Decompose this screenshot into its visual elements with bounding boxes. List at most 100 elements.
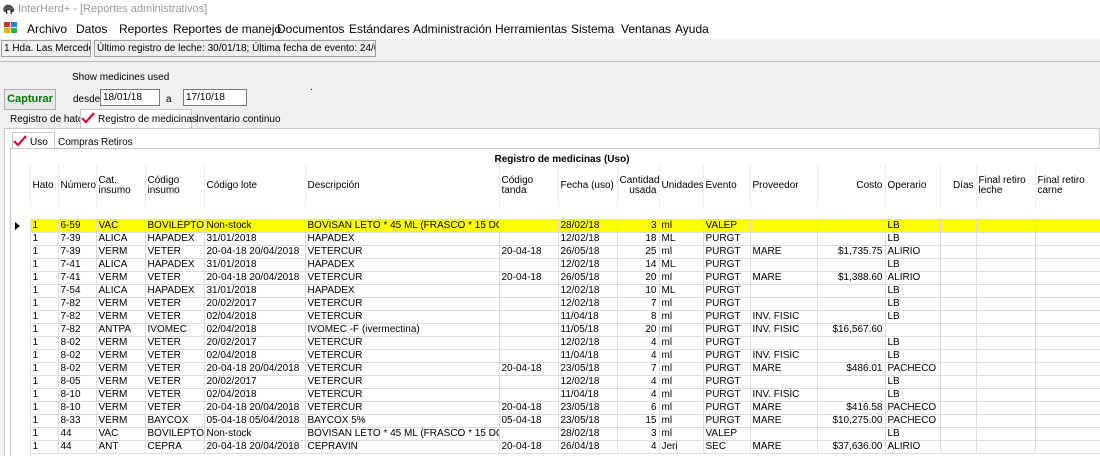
table-cell[interactable] bbox=[749, 218, 818, 233]
col-numero[interactable]: Número bbox=[58, 164, 97, 207]
table-cell[interactable]: VETER bbox=[144, 309, 205, 324]
table-cell[interactable]: 11/05/18 bbox=[557, 322, 618, 337]
table-cell[interactable]: 20/02/2017 bbox=[203, 374, 306, 389]
table-cell[interactable]: VERM bbox=[95, 348, 146, 363]
table-cell[interactable]: 1 bbox=[29, 244, 59, 259]
table-row[interactable]: 1 7-39 VERM VETER 20-04-18 20/04/2018 VETERCU… bbox=[12, 244, 1100, 259]
table-cell[interactable] bbox=[749, 283, 818, 298]
table-cell[interactable] bbox=[975, 231, 1036, 246]
table-cell[interactable] bbox=[939, 231, 977, 246]
capture-button[interactable]: Capturar bbox=[4, 89, 56, 110]
table-cell[interactable] bbox=[939, 439, 977, 454]
table-cell[interactable] bbox=[939, 374, 977, 389]
table-cell[interactable]: VETERCUR bbox=[304, 270, 500, 285]
table-row[interactable]: 1 8-10 VERM VETER 02/04/2018 VETERCUR 11/04/18… bbox=[12, 387, 1100, 402]
table-cell[interactable]: 20-04-18 20/04/2018 bbox=[203, 400, 306, 415]
table-cell[interactable] bbox=[816, 335, 886, 350]
row-selector[interactable] bbox=[12, 427, 31, 440]
row-selector[interactable] bbox=[12, 414, 31, 427]
table-cell[interactable] bbox=[939, 296, 977, 311]
table-cell[interactable]: $37,636.00 bbox=[816, 439, 886, 454]
table-cell[interactable]: BOVILEPTO bbox=[144, 218, 205, 233]
table-cell[interactable]: 31/01/2018 bbox=[203, 231, 306, 246]
col-fecha-uso[interactable]: Fecha (uso) bbox=[558, 164, 618, 207]
table-cell[interactable] bbox=[1034, 335, 1100, 350]
table-cell[interactable]: 05-04-18 bbox=[498, 413, 559, 428]
table-cell[interactable] bbox=[749, 426, 818, 441]
table-cell[interactable] bbox=[749, 231, 818, 246]
table-cell[interactable] bbox=[975, 283, 1036, 298]
table-cell[interactable]: 18 bbox=[616, 231, 660, 246]
table-cell[interactable] bbox=[975, 257, 1036, 272]
table-cell[interactable]: ml bbox=[658, 413, 704, 428]
table-row[interactable]: 1 7-41 ALICA HAPADEX 31/01/2018 HAPADEX 12/02/… bbox=[12, 257, 1100, 272]
table-cell[interactable]: 11/04/18 bbox=[557, 309, 618, 324]
table-cell[interactable]: VERM bbox=[95, 335, 146, 350]
table-cell[interactable] bbox=[1034, 374, 1100, 389]
table-cell[interactable] bbox=[975, 322, 1036, 337]
table-cell[interactable]: 28/02/18 bbox=[557, 426, 618, 441]
table-cell[interactable]: 31/01/2018 bbox=[203, 283, 306, 298]
table-cell[interactable]: VETER bbox=[144, 335, 205, 350]
tab-registro-de-medicinas[interactable]: Registro de medicinas bbox=[80, 109, 197, 129]
table-cell[interactable]: 20-04-18 bbox=[498, 400, 559, 415]
table-cell[interactable]: 1 bbox=[29, 322, 59, 337]
table-cell[interactable]: 02/04/2018 bbox=[203, 322, 306, 337]
table-cell[interactable]: ML bbox=[658, 283, 704, 298]
table-row[interactable]: 1 8-02 VERM VETER 20-04-18 20/04/2018 VETERCU… bbox=[12, 361, 1100, 376]
table-row[interactable]: 1 7-41 VERM VETER 20-04-18 20/04/2018 VETERCU… bbox=[12, 270, 1100, 285]
table-cell[interactable]: HAPADEX bbox=[304, 231, 500, 246]
table-cell[interactable]: 4 bbox=[616, 374, 660, 389]
table-cell[interactable]: 23/05/18 bbox=[557, 400, 618, 415]
table-cell[interactable] bbox=[939, 387, 977, 402]
table-cell[interactable]: 6-59 bbox=[57, 218, 97, 233]
table-cell[interactable]: 02/04/2018 bbox=[203, 387, 306, 402]
table-cell[interactable]: 4 bbox=[616, 348, 660, 363]
table-cell[interactable]: VAC bbox=[95, 426, 146, 441]
table-cell[interactable]: VETERCUR bbox=[304, 374, 500, 389]
table-cell[interactable]: ml bbox=[658, 387, 704, 402]
col-final-retiro-carne[interactable]: Final retiro carne bbox=[1035, 164, 1100, 207]
table-cell[interactable] bbox=[975, 348, 1036, 363]
table-cell[interactable]: PACHECO bbox=[884, 400, 941, 415]
table-cell[interactable]: 1 bbox=[29, 283, 59, 298]
row-selector[interactable] bbox=[12, 362, 31, 375]
table-cell[interactable]: BOVISAN LETO * 45 ML (FRASCO * 15 DOSIS) bbox=[304, 218, 500, 233]
menu-administracion[interactable]: Administración bbox=[413, 22, 492, 36]
table-cell[interactable] bbox=[939, 348, 977, 363]
table-cell[interactable] bbox=[498, 231, 559, 246]
row-selector[interactable] bbox=[12, 271, 31, 284]
table-cell[interactable]: PURGT bbox=[702, 400, 751, 415]
table-cell[interactable] bbox=[498, 296, 559, 311]
table-cell[interactable] bbox=[1034, 283, 1100, 298]
table-cell[interactable]: PURGT bbox=[702, 270, 751, 285]
table-row[interactable]: 1 8-33 VERM BAYCOX 05-04-18 05/04/2018 BAYCOX… bbox=[12, 413, 1100, 428]
table-cell[interactable]: INV. FISIC bbox=[749, 309, 818, 324]
col-final-retiro-leche[interactable]: Final retiro leche bbox=[976, 164, 1036, 207]
table-cell[interactable]: 1 bbox=[29, 309, 59, 324]
table-cell[interactable]: Non-stock bbox=[203, 426, 306, 441]
menu-datos[interactable]: Datos bbox=[76, 22, 107, 36]
row-selector[interactable] bbox=[12, 284, 31, 297]
table-row[interactable]: 1 8-02 VERM VETER 20/02/2017 VETERCUR 12/02/18… bbox=[12, 335, 1100, 350]
medicine-usage-grid[interactable]: Hato Número Cat. insumo Código insumo Có… bbox=[12, 164, 1100, 456]
table-cell[interactable]: 20-04-18 20/04/2018 bbox=[203, 361, 306, 376]
table-cell[interactable] bbox=[975, 244, 1036, 259]
table-cell[interactable]: 4 bbox=[616, 387, 660, 402]
table-cell[interactable]: 8-10 bbox=[57, 387, 97, 402]
table-cell[interactable]: 6 bbox=[616, 400, 660, 415]
table-cell[interactable] bbox=[816, 426, 886, 441]
col-operario[interactable]: Operario bbox=[885, 164, 941, 207]
table-cell[interactable]: 1 bbox=[29, 426, 59, 441]
table-cell[interactable]: 1 bbox=[29, 270, 59, 285]
table-cell[interactable] bbox=[975, 218, 1036, 233]
table-cell[interactable]: 12/02/18 bbox=[557, 283, 618, 298]
table-cell[interactable]: 7-39 bbox=[57, 244, 97, 259]
table-cell[interactable]: 12/02/18 bbox=[557, 257, 618, 272]
menu-sistema[interactable]: Sistema bbox=[571, 22, 614, 36]
table-cell[interactable] bbox=[975, 374, 1036, 389]
table-cell[interactable]: VERM bbox=[95, 244, 146, 259]
table-cell[interactable]: PURGT bbox=[702, 231, 751, 246]
table-cell[interactable]: 12/02/18 bbox=[557, 374, 618, 389]
table-cell[interactable]: LB bbox=[884, 257, 941, 272]
